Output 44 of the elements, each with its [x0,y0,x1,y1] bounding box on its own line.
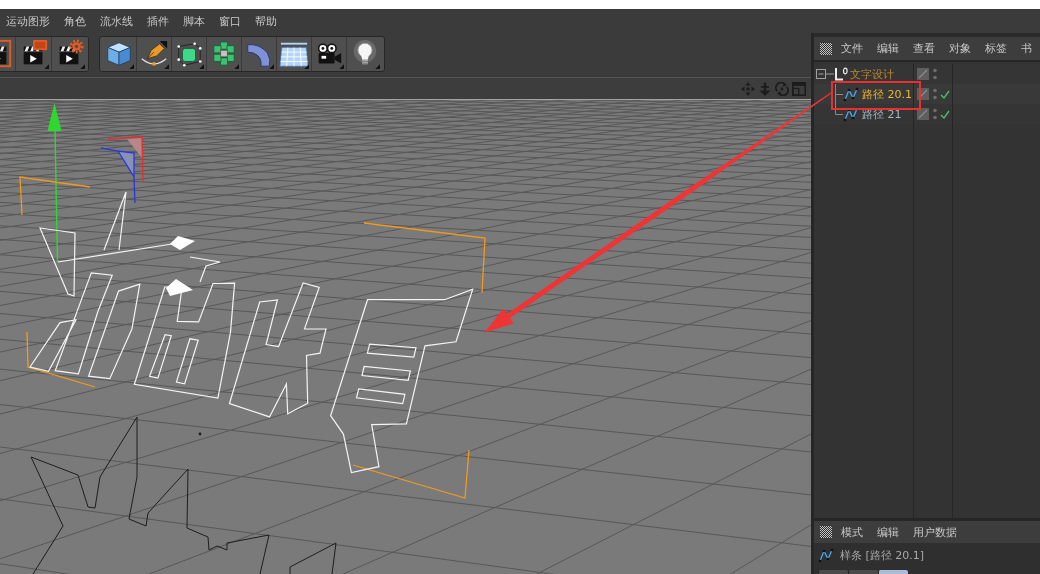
menu-item[interactable]: 文件 [841,43,863,54]
attribute-title: 样条 [路径 20.1] [840,549,925,561]
menu-item[interactable]: 对象 [949,43,971,54]
panel-grip-icon[interactable] [820,42,832,55]
menu-item[interactable]: 角色 [64,15,86,27]
spline-point-marker[interactable] [170,236,195,250]
floor-button[interactable] [277,36,312,71]
collapse-toggle[interactable] [816,68,834,80]
bounding-box-corner [26,331,96,388]
menu-item[interactable]: 窗口 [219,15,241,27]
menu-item[interactable]: 查看 [913,43,935,54]
menu-item[interactable]: 插件 [147,15,169,27]
object-row[interactable]: 路径 20.1 [814,84,1040,104]
menu-item[interactable]: 编辑 [877,526,899,538]
bounding-box-corner [19,176,91,216]
pen-nib-icon [139,38,169,69]
null-object-icon [834,67,848,81]
menu-item[interactable]: 编辑 [877,43,899,54]
check-icon[interactable] [940,109,950,119]
object-name: 路径 21 [862,108,902,120]
spline-icon [818,547,834,563]
y-axis-arrow[interactable] [47,103,62,263]
menu-item[interactable]: 运动图形 [6,15,50,27]
menu-item[interactable]: 标签 [985,43,1007,54]
z-axis-marker[interactable] [100,147,136,204]
x-axis-marker[interactable] [107,136,144,183]
spline-point-marker[interactable] [166,279,193,296]
menu-item[interactable]: 帮助 [255,15,277,27]
visibility-dots-icon[interactable] [933,88,937,100]
spline-icon [843,86,859,102]
tab[interactable] [878,570,908,574]
panel-grip-icon[interactable] [820,526,832,538]
menu-item[interactable]: 用户数据 [913,526,957,538]
check-icon[interactable] [940,89,950,99]
menu-item[interactable]: 书 [1021,43,1032,54]
scene-dot [198,432,202,436]
menu-item[interactable]: 模式 [841,526,863,538]
visibility-dots-icon[interactable] [933,68,937,80]
menu-item[interactable]: 流水线 [100,15,133,27]
object-name: 文字设计 [850,68,894,80]
text-spline-outline[interactable] [29,191,474,474]
visibility-dots-icon[interactable] [933,108,937,120]
menu-item[interactable]: 脚本 [183,15,205,27]
object-name: 路径 20.1 [862,88,912,100]
